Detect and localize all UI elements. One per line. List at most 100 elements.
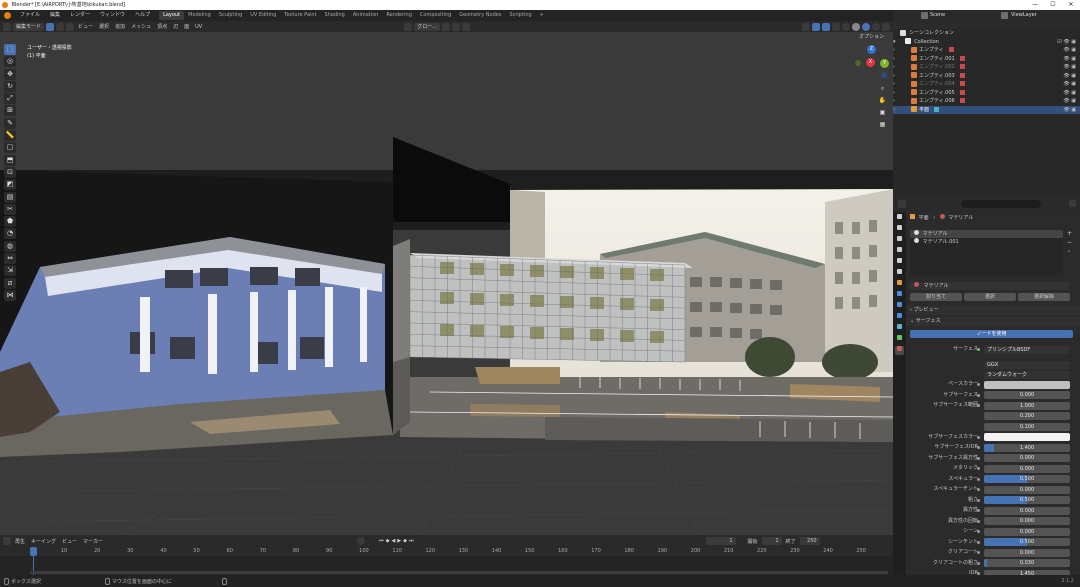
properties-tab-particles-icon[interactable] — [895, 302, 904, 311]
tool-loop-cut-icon[interactable]: ▤ — [4, 191, 16, 203]
collection-visibility-icon[interactable]: ☑ 👁 ▣ — [1057, 38, 1076, 47]
outliner-scene-collection[interactable]: シーンコレクション — [893, 29, 1080, 38]
tool-knife-icon[interactable]: ✂ — [4, 203, 16, 215]
socket-dot[interactable] — [977, 467, 980, 470]
workspace-tab-texture-paint[interactable]: Texture Paint — [280, 11, 320, 20]
visibility-eye-icon[interactable]: 👁 ▣ — [1063, 55, 1076, 64]
property-value-field[interactable]: 0.200 — [984, 412, 1070, 420]
menu-window[interactable]: ウィンドウ — [95, 10, 130, 21]
properties-search-field[interactable] — [961, 200, 1041, 208]
timeline-menu-playback[interactable]: 再生 — [12, 538, 28, 545]
menu-face[interactable]: 面 — [181, 23, 192, 30]
jump-end-icon[interactable]: ⏭ — [408, 538, 415, 544]
tool-cursor-icon[interactable]: ◎ — [4, 56, 16, 68]
material-deselect-button[interactable]: 選択解除 — [1018, 293, 1070, 301]
tool-annotate-icon[interactable]: ✎ — [4, 117, 16, 129]
outliner-item[interactable]: › エンプティ.003 👁 ▣ — [893, 72, 1080, 81]
color-swatch[interactable] — [984, 380, 1070, 389]
gizmo-z-axis[interactable]: Z — [867, 45, 876, 54]
minimize-button[interactable]: — — [1026, 0, 1044, 10]
overlay-toggle-icon[interactable] — [822, 22, 830, 31]
end-frame-field[interactable]: 250 — [799, 537, 820, 545]
outliner-item[interactable]: › エンプティ.002 👁 ▣ — [893, 63, 1080, 72]
property-value-field[interactable]: 0.000 — [984, 464, 1070, 473]
properties-tab-render-icon[interactable] — [895, 225, 904, 234]
tool-scale-icon[interactable]: ⤢ — [4, 93, 16, 105]
shading-material-icon[interactable] — [862, 22, 870, 31]
property-value-field[interactable]: 0.500 — [984, 475, 1070, 483]
blender-menu-icon[interactable] — [4, 12, 11, 19]
editor-type-icon[interactable] — [3, 22, 11, 31]
menu-render[interactable]: レンダー — [65, 10, 95, 21]
slot-menu-icon[interactable]: ⌄ — [1067, 248, 1071, 254]
property-value-field[interactable]: 0.000 — [984, 548, 1070, 557]
visibility-eye-icon[interactable]: 👁 ▣ — [1063, 89, 1076, 98]
start-frame-field[interactable]: 1 — [761, 537, 782, 545]
zoom-icon[interactable]: ⌕ — [878, 84, 887, 93]
snap-icon[interactable] — [452, 22, 460, 31]
socket-dot[interactable] — [977, 551, 980, 554]
gizmo-y-axis[interactable]: Y — [880, 59, 889, 68]
property-value-field[interactable]: 1.000 — [984, 401, 1070, 410]
outliner-collection[interactable]: ▾ Collection ☑ 👁 ▣ — [893, 38, 1080, 47]
frame-ruler[interactable]: 1102030405060708090100110120130140150160… — [0, 547, 893, 556]
property-value-field[interactable]: 0.500 — [984, 538, 1070, 546]
material-properties[interactable]: 平面 › マテリアル マテリアル マテリアル.001 + − ⌄ マテリアル 割… — [906, 212, 1080, 575]
current-frame-field[interactable]: 1 — [705, 537, 736, 545]
properties-tab-output-icon[interactable] — [895, 236, 904, 245]
tool-inset-icon[interactable]: ⊡ — [4, 166, 16, 178]
properties-tab-modifier-icon[interactable] — [895, 291, 904, 300]
visibility-eye-icon[interactable]: 👁 ▣ — [1063, 80, 1076, 89]
pivot-icon[interactable] — [442, 22, 450, 31]
mode-dropdown[interactable]: 編集モード — [13, 22, 45, 31]
socket-dot[interactable] — [977, 519, 980, 523]
tool-bevel-icon[interactable]: ◩ — [4, 179, 16, 191]
properties-tab-material-icon[interactable] — [895, 346, 904, 355]
outliner-item[interactable]: › エンプティ.004 👁 ▣ — [893, 80, 1080, 89]
record-icon[interactable] — [357, 537, 366, 545]
socket-dot[interactable] — [977, 561, 980, 565]
property-value-field[interactable]: 1.400 — [984, 443, 1070, 452]
outliner[interactable]: シーンコレクション ▾ Collection ☑ 👁 ▣ › エンプティ 👁 ▣ › エ… — [893, 21, 1080, 196]
visibility-eye-icon[interactable]: 👁 ▣ — [1063, 46, 1076, 55]
properties-tab-world-icon[interactable] — [895, 269, 904, 278]
tool-rip-icon[interactable]: ⋈ — [4, 289, 16, 301]
surface-shader-dropdown[interactable]: プリンシプルBSDF — [984, 345, 1070, 354]
surface-panel-header[interactable]: ⌄ サーフェス — [906, 317, 1080, 326]
gizmo-toggle-icon[interactable] — [812, 22, 820, 31]
workspace-tab-scripting[interactable]: Scripting — [505, 11, 535, 20]
properties-tab-object-icon[interactable] — [895, 280, 904, 289]
socket-dot[interactable] — [977, 509, 980, 512]
outliner-item[interactable]: › エンプティ.005 👁 ▣ — [893, 89, 1080, 98]
timeline-area[interactable]: 1102030405060708090100110120130140150160… — [0, 547, 893, 575]
properties-tab-scene-icon[interactable] — [895, 258, 904, 267]
property-value-field[interactable]: 1.450 — [984, 569, 1070, 575]
properties-tab-view-layer-icon[interactable] — [895, 247, 904, 256]
camera-view-icon[interactable]: ▣ — [878, 108, 887, 117]
subsurface-method-dropdown[interactable]: ランダムウォーク — [984, 370, 1070, 379]
slot-remove-button[interactable]: − — [1067, 239, 1072, 246]
socket-dot[interactable] — [977, 477, 980, 481]
timeline-menu-view[interactable]: ビュー — [59, 538, 80, 545]
tool-shrink-icon[interactable]: ⇲ — [4, 265, 16, 277]
use-nodes-button[interactable]: ノードを使用 — [910, 330, 1073, 338]
close-button[interactable]: ✕ — [1062, 0, 1080, 10]
outliner-item[interactable]: › エンプティ.001 👁 ▣ — [893, 55, 1080, 64]
timeline-editor-type-icon[interactable] — [3, 537, 11, 545]
workspace-tab-modeling[interactable]: Modeling — [184, 11, 215, 20]
socket-dot[interactable] — [977, 540, 980, 544]
material-name-field[interactable]: マテリアル — [924, 283, 949, 289]
property-value-field[interactable]: 0.000 — [984, 454, 1070, 462]
material-slot-1[interactable]: マテリアル.001 — [910, 238, 1063, 246]
menu-file[interactable]: ファイル — [15, 10, 45, 21]
menu-add[interactable]: 追加 — [112, 23, 128, 30]
tool-move-icon[interactable]: ✥ — [4, 68, 16, 80]
material-browse-icon[interactable] — [914, 282, 919, 287]
workspace-tab-rendering[interactable]: Rendering — [382, 11, 416, 20]
property-value-field[interactable]: 0.030 — [984, 559, 1070, 567]
material-assign-button[interactable]: 割り当て — [910, 293, 962, 301]
preview-panel-header[interactable]: › プレビュー — [906, 306, 1080, 315]
shading-solid-icon[interactable] — [852, 22, 860, 31]
properties-tab-data-icon[interactable] — [895, 335, 904, 344]
perspective-toggle-icon[interactable]: ▦ — [878, 120, 887, 129]
